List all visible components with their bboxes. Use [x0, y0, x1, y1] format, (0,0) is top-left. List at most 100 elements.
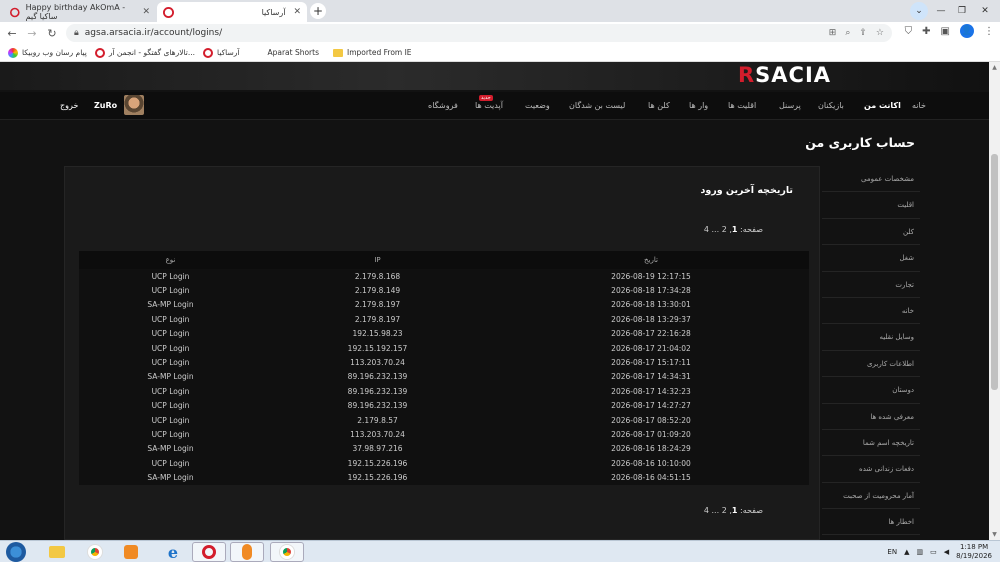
cell-date: 2026-08-17 01:09:20 — [611, 429, 691, 439]
page-title: حساب کاربری من — [805, 135, 915, 150]
profile-avatar-icon[interactable]: 👤 — [960, 24, 974, 38]
address-bar[interactable]: 🔒︎ agsa.arsacia.ir/account/logins/ ⊞ ⌕ ⇪… — [66, 24, 892, 42]
reload-icon[interactable]: ↻ — [44, 27, 60, 40]
table-row: UCP Login 113.203.70.24 2026-08-17 01:09:2… — [79, 427, 809, 441]
sidebar-item[interactable]: اقلیت — [822, 192, 920, 219]
user-avatar[interactable] — [124, 95, 144, 115]
web-page: RSACIA خانه اکانت من بازیکنان پرسنل اقلی… — [0, 62, 989, 540]
nav-status[interactable]: وضعیت — [525, 101, 550, 110]
nav-shop[interactable]: فروشگاه — [428, 101, 458, 110]
nav-factions[interactable]: اقلیت ها — [728, 101, 756, 110]
battery-icon[interactable]: ▭ — [930, 548, 937, 556]
taskbar-media-player[interactable] — [114, 542, 148, 562]
browser-tab-strip: Happy birthday AkOmA - ساکیا گیم ✕ آرساک… — [0, 0, 1000, 22]
scroll-up-arrow-icon[interactable]: ▲ — [989, 64, 1000, 71]
sidebar-item[interactable]: شغل — [822, 245, 920, 272]
sidebar-item[interactable]: معرفی شده ها — [822, 404, 920, 430]
table-row: UCP Login 113.203.70.24 2026-08-17 15:17:1… — [79, 355, 809, 369]
bookmark-forum[interactable]: تالارهای گفتگو - انجمن آر... — [94, 47, 195, 58]
pager-label: صفحه: — [740, 225, 763, 234]
nav-ban-list[interactable]: لیست بن شدگان — [569, 101, 625, 110]
nav-clans[interactable]: کلن ها — [648, 101, 670, 110]
volume-icon[interactable]: ◀ — [944, 548, 949, 556]
app-orange-icon — [242, 544, 252, 560]
share-icon[interactable]: ⇪ — [859, 28, 867, 38]
nav-wars[interactable]: وار ها — [689, 101, 708, 110]
username[interactable]: ZuRo — [94, 101, 117, 110]
cell-type: SA-MP Login — [147, 473, 194, 483]
bookmark-rubika[interactable]: پیام رسان وب روبیکا — [8, 47, 87, 58]
language-indicator[interactable]: EN — [887, 548, 897, 556]
sidebar-item[interactable]: خانه — [822, 298, 920, 325]
rubika-icon — [8, 47, 18, 58]
browser-tab-active[interactable]: آرساکیا ✕ — [157, 2, 307, 22]
nav-staff[interactable]: پرسنل — [779, 101, 801, 110]
pagination-bottom: صفحه: 1, 2 ... 4 — [704, 506, 763, 515]
bookmark-star-icon[interactable]: ☆ — [876, 28, 884, 38]
extensions-puzzle-icon[interactable]: ✚ — [922, 26, 930, 37]
shield-icon[interactable]: ⛉ — [905, 26, 913, 37]
logo-text: SACIA — [755, 63, 832, 87]
taskbar-file-explorer[interactable] — [40, 542, 74, 562]
side-panel-icon[interactable]: ▣ — [941, 26, 950, 37]
new-tab-button[interactable]: + — [310, 3, 326, 19]
sidebar-item[interactable]: تاریخچه اسم شما — [822, 430, 920, 457]
close-tab-icon[interactable]: ✕ — [293, 7, 301, 17]
login-history-table: نوع IP تاریخ UCP Login 2.179.8.168 2026-08… — [79, 251, 809, 485]
minimize-window-icon[interactable]: — — [932, 2, 950, 20]
menu-kebab-icon[interactable]: ⋮ — [984, 26, 994, 37]
tray-expand-icon[interactable]: ▲ — [904, 548, 909, 556]
clock[interactable]: 1:18 PM 8/19/2026 — [956, 543, 992, 561]
taskbar-chrome[interactable] — [78, 542, 112, 562]
page-scrollbar[interactable]: ▲ ▼ — [989, 62, 1000, 540]
taskbar-internet-explorer[interactable]: e — [156, 542, 190, 562]
zoom-icon[interactable]: ⌕ — [845, 28, 850, 38]
logout-link[interactable]: خروج — [60, 101, 78, 110]
pager-links[interactable]: , 2 ... 4 — [704, 506, 732, 515]
translate-icon[interactable]: ⊞ — [829, 28, 837, 38]
table-row: UCP Login 192.15.226.196 2026-08-16 10:10:… — [79, 456, 809, 470]
bookmark-aparat[interactable]: Aparat Shorts — [253, 48, 319, 58]
cell-ip: 192.15.192.157 — [347, 343, 408, 353]
sidebar-item[interactable]: آمار محرومیت از صحبت — [822, 483, 920, 510]
sidebar-item[interactable]: اطلاعات کاربری — [822, 351, 920, 378]
close-tab-icon[interactable]: ✕ — [142, 7, 150, 17]
sidebar-item[interactable]: مشخصات عمومی — [822, 166, 920, 193]
table-row: SA-MP Login 192.15.226.196 2026-08-16 04:5… — [79, 470, 809, 484]
lock-icon[interactable]: 🔒︎ — [74, 28, 79, 38]
nav-updates[interactable]: جدید آپدیت ها — [475, 95, 503, 110]
arsacia-favicon-icon — [163, 6, 174, 18]
pager-links[interactable]: , 2 ... 4 — [704, 225, 732, 234]
close-window-icon[interactable]: ✕ — [976, 2, 994, 20]
sidebar-item[interactable]: دفعات زندانی شده — [822, 456, 920, 483]
site-logo[interactable]: RSACIA — [738, 62, 908, 90]
network-icon[interactable]: ▥ — [916, 548, 923, 556]
nav-home[interactable]: خانه — [912, 101, 926, 110]
restore-window-icon[interactable]: ❐ — [953, 2, 971, 20]
bookmark-folder-imported[interactable]: Imported From IE — [332, 48, 412, 57]
nav-players[interactable]: بازیکنان — [818, 101, 844, 110]
start-button[interactable] — [6, 542, 26, 562]
sidebar-item[interactable]: وسایل نقلیه — [822, 324, 920, 351]
taskbar-chrome-window[interactable] — [270, 542, 304, 562]
bookmark-arsacia[interactable]: آرساکیا — [203, 47, 239, 58]
forward-arrow-icon[interactable]: → — [24, 27, 40, 40]
back-arrow-icon[interactable]: ← — [4, 27, 20, 40]
pager-current-page: 1 — [731, 225, 738, 234]
scroll-down-arrow-icon[interactable]: ▼ — [989, 531, 1000, 538]
sidebar-item[interactable]: دوستان — [822, 377, 920, 404]
tab-search-icon[interactable]: ⌄ — [910, 2, 928, 20]
table-row: UCP Login 2.179.8.168 2026-08-19 12:17:15 — [79, 269, 809, 283]
sidebar-item[interactable]: اخطار ها — [822, 509, 920, 536]
sidebar-item[interactable]: تجارت — [822, 272, 920, 298]
taskbar-arsacia[interactable] — [192, 542, 226, 562]
browser-tab[interactable]: Happy birthday AkOmA - ساکیا گیم ✕ — [4, 2, 156, 22]
scrollbar-thumb[interactable] — [991, 154, 998, 390]
nav-my-account[interactable]: اکانت من — [864, 101, 901, 110]
cell-type: UCP Login — [151, 358, 190, 368]
taskbar-app[interactable] — [230, 542, 264, 562]
sidebar-item[interactable]: کلن — [822, 219, 920, 246]
folder-icon — [49, 546, 65, 558]
cell-ip: 2.179.8.168 — [354, 271, 401, 281]
cell-type: UCP Login — [151, 415, 190, 425]
